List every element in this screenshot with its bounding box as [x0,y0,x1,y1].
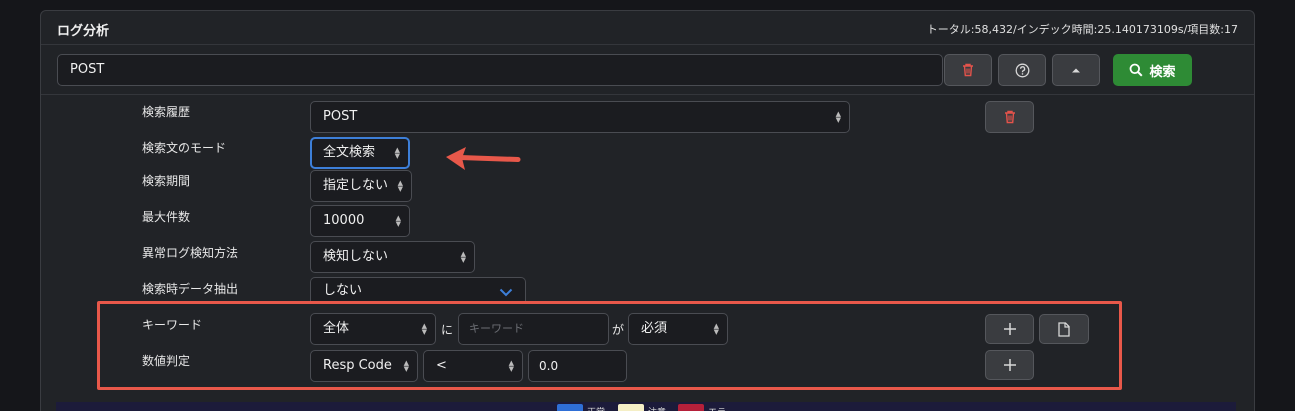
trash-icon [962,63,974,77]
anomaly-select[interactable]: 検知しない ▲ ▼ [310,241,475,273]
extract-select[interactable]: しない [310,277,526,303]
numeric-operator-value: < [436,358,447,373]
keyword-condition-select[interactable]: 必須 ▲ ▼ [628,313,728,345]
anomaly-label: 異常ログ検知方法 [142,246,239,260]
select-arrows-icon: ▲ ▼ [403,359,409,373]
add-numeric-button[interactable] [985,350,1034,380]
keyword-condition-value: 必須 [641,321,668,336]
extract-label: 検索時データ抽出 [142,282,239,296]
mode-label: 検索文のモード [142,141,227,155]
chevron-down-icon [499,288,513,297]
numeric-field-select[interactable]: Resp Code ▲ ▼ [310,350,418,382]
caret-up-icon [1071,67,1081,73]
legend-label-error: エラ [708,405,726,411]
select-arrows-icon: ▲ ▼ [835,110,841,124]
legend-label-normal: 正常 [587,405,605,411]
mode-value: 全文検索 [323,145,376,160]
keyword-scope-value: 全体 [323,321,350,336]
file-icon [1058,321,1070,337]
keyword-file-button[interactable] [1039,314,1089,344]
max-count-select[interactable]: 10000 ▲ ▼ [310,205,410,237]
history-value: POST [323,109,358,124]
legend-swatch-error [678,404,704,411]
search-button-label: 検索 [1149,64,1176,80]
numeric-operator-select[interactable]: < ▲ ▼ [423,350,523,382]
period-label: 検索期間 [142,174,191,188]
select-arrows-icon: ▲ ▼ [713,322,719,336]
legend-swatch-warning [618,404,644,411]
numeric-label: 数値判定 [142,354,191,368]
help-button[interactable] [998,54,1046,86]
keyword-input[interactable]: キーワード [458,313,609,345]
history-select[interactable]: POST ▲ ▼ [310,101,850,133]
extract-value: しない [323,283,363,298]
keyword-placeholder: キーワード [469,322,524,335]
legend-swatch-normal [557,404,583,411]
trash-icon [1004,110,1016,124]
search-input[interactable]: POST [57,54,943,86]
plus-icon [1003,322,1017,336]
plus-icon [1003,358,1017,372]
delete-history-button[interactable] [985,101,1034,133]
anomaly-value: 検知しない [323,249,389,264]
clear-query-button[interactable] [944,54,992,86]
panel-title: ログ分析 [57,24,110,39]
legend-label-warning: 注意 [648,405,666,411]
help-icon [1015,63,1030,78]
search-button[interactable]: 検索 [1113,54,1192,86]
select-arrows-icon: ▲ ▼ [508,359,514,373]
select-arrows-icon: ▲ ▼ [395,214,401,228]
keyword-label: キーワード [142,318,203,332]
select-arrows-icon: ▲ ▼ [460,250,466,264]
stats-text: トータル:58,432/インデック時間:25.140173109s/項目数:17 [926,23,1238,36]
history-label: 検索履歴 [142,105,191,119]
select-arrows-icon: ▲ ▼ [397,179,403,193]
collapse-button[interactable] [1052,54,1100,86]
panel-header: ログ分析 トータル:58,432/インデック時間:25.140173109s/項… [41,11,1254,45]
select-arrows-icon: ▲ ▼ [394,146,400,160]
chart-area-edge [56,402,1236,411]
add-keyword-button[interactable] [985,314,1034,344]
particle-ni: に [441,323,454,337]
period-value: 指定しない [323,178,389,193]
particle-ga: が [612,323,625,337]
numeric-field-value: Resp Code [323,358,392,373]
mode-select[interactable]: 全文検索 ▲ ▼ [310,137,410,169]
numeric-value: 0.0 [539,359,559,373]
select-arrows-icon: ▲ ▼ [421,322,427,336]
arrow-icon [444,145,522,175]
max-count-value: 10000 [323,213,365,228]
search-row: POST 検索 [41,45,1254,95]
max-count-label: 最大件数 [142,210,191,224]
search-icon [1129,63,1143,77]
keyword-scope-select[interactable]: 全体 ▲ ▼ [310,313,436,345]
numeric-value-input[interactable]: 0.0 [528,350,627,382]
period-select[interactable]: 指定しない ▲ ▼ [310,170,412,202]
